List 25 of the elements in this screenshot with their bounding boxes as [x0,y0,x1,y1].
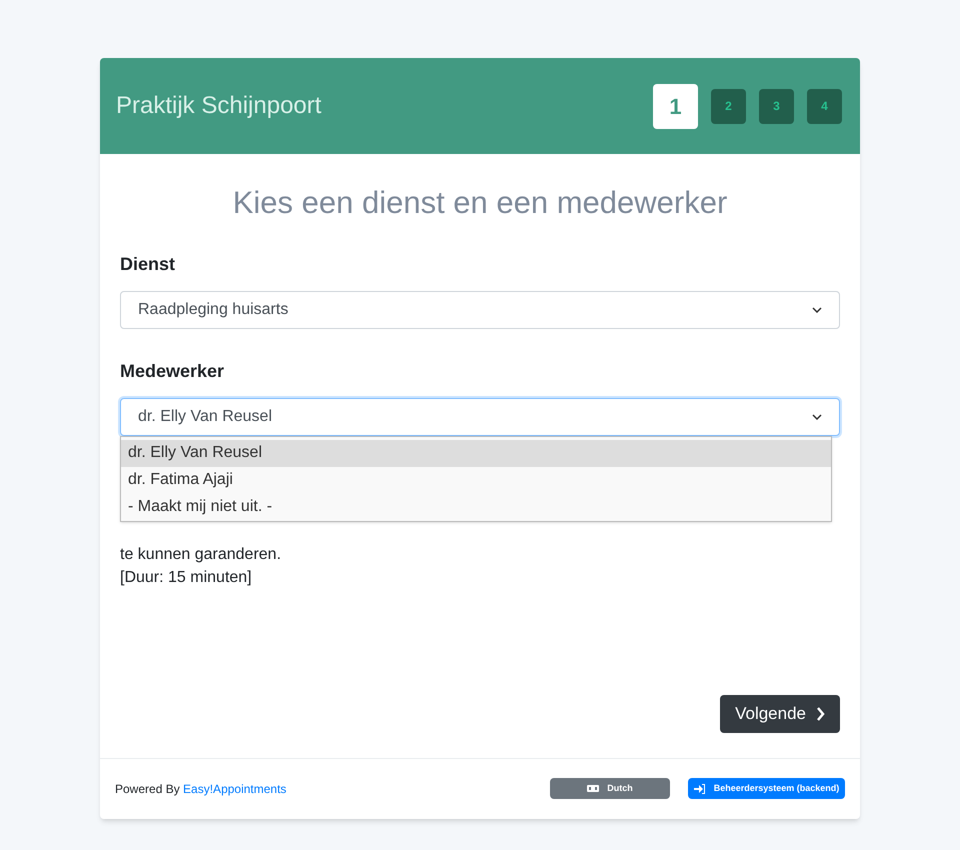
backend-button[interactable]: Beheerdersysteem (backend) [688,778,845,799]
provider-select[interactable]: dr. Elly Van Reusel [120,398,840,436]
footer-link[interactable]: Easy!Appointments [183,782,286,796]
chevron-down-icon [812,414,822,420]
step-indicator: 2 [711,88,746,124]
service-select[interactable]: Raadpleging huisarts [120,290,840,328]
powered-by-text: Powered By [115,782,180,796]
sign-in-icon [694,784,705,794]
language-icon [587,785,600,792]
step-indicator: 1 [653,84,698,128]
next-button[interactable]: Volgende [720,694,840,732]
dropdown-option[interactable]: dr. Fatima Ajaji [121,466,831,494]
chevron-right-icon [816,706,825,720]
language-button[interactable]: Dutch [550,778,670,799]
field-label: Dienst [120,252,176,276]
dropdown-option[interactable]: - Maakt mij niet uit. - [121,494,831,520]
practice-title: Praktijk Schijnpoort [116,91,322,121]
field-label: Medewerker [120,360,226,382]
description-text: te kunnen garanderen. [120,544,282,564]
step-indicator: 4 [807,88,842,124]
dropdown-option[interactable]: dr. Elly Van Reusel [121,440,831,466]
chevron-down-icon [812,306,822,312]
page-heading: Kies een dienst en een medewerker [232,184,728,222]
step-indicator: 3 [759,88,794,124]
description-text: [Duur: 15 minuten] [120,568,253,588]
